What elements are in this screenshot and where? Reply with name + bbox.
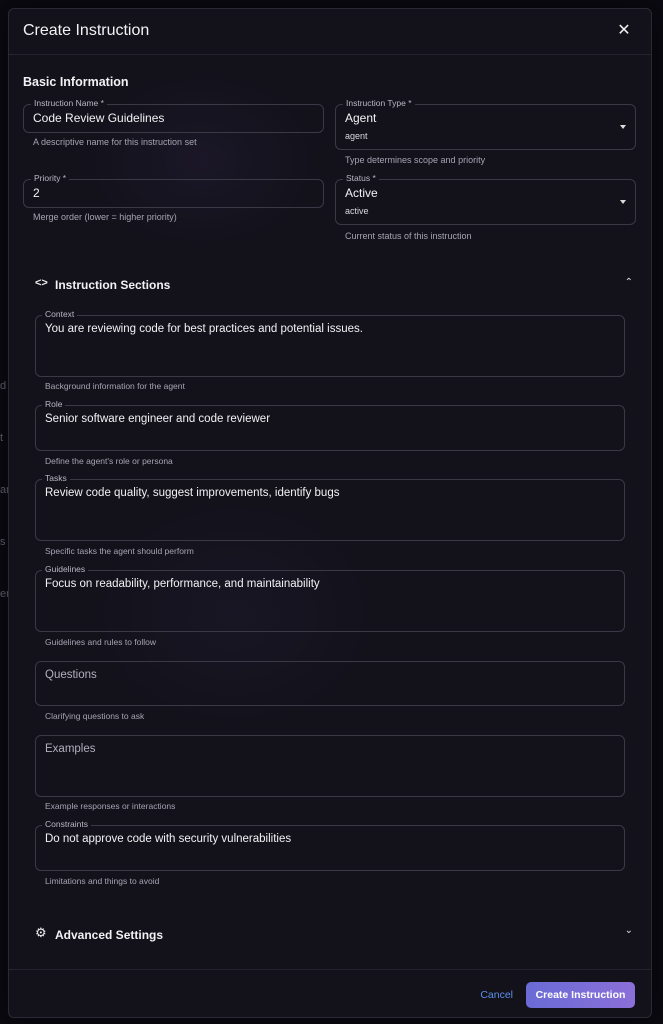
guidelines-label: Guidelines xyxy=(42,564,89,575)
instruction-sections-title: Instruction Sections xyxy=(55,278,171,292)
guidelines-value: Focus on readability, performance, and m… xyxy=(45,578,320,590)
status-help: Current status of this instruction xyxy=(345,231,472,241)
instruction-type-sub: agent xyxy=(345,131,368,141)
examples-textarea[interactable]: Examples xyxy=(35,735,625,797)
chevron-down-icon: ⌄ xyxy=(624,925,633,936)
examples-placeholder: Examples xyxy=(45,743,96,755)
instruction-name-label: Instruction Name * xyxy=(31,98,107,109)
cancel-button[interactable]: Cancel xyxy=(480,989,513,1001)
chevron-down-icon xyxy=(620,125,626,129)
context-value: You are reviewing code for best practice… xyxy=(45,323,363,335)
status-sub: active xyxy=(345,206,369,216)
dialog-title: Create Instruction xyxy=(23,22,150,39)
chevron-up-icon: ⌃ xyxy=(624,277,633,288)
instruction-name-field[interactable]: Instruction Name * Code Review Guideline… xyxy=(23,98,324,133)
close-icon[interactable]: ✕ xyxy=(617,22,631,40)
role-value: Senior software engineer and code review… xyxy=(45,413,271,425)
chevron-down-icon xyxy=(620,200,626,204)
dialog-header: Create Instruction ✕ xyxy=(9,9,651,55)
background-page-fragment: d xyxy=(0,380,7,392)
advanced-settings-title: Advanced Settings xyxy=(55,928,164,942)
tasks-textarea[interactable]: Tasks Review code quality, suggest impro… xyxy=(35,473,625,541)
priority-value: 2 xyxy=(33,186,40,200)
constraints-textarea[interactable]: Constraints Do not approve code with sec… xyxy=(35,819,625,871)
basic-information-heading: Basic Information xyxy=(23,75,129,89)
instruction-name-help: A descriptive name for this instruction … xyxy=(33,137,197,147)
constraints-value: Do not approve code with security vulner… xyxy=(45,833,292,845)
context-label: Context xyxy=(42,309,78,320)
guidelines-help: Guidelines and rules to follow xyxy=(45,637,157,647)
guidelines-textarea[interactable]: Guidelines Focus on readability, perform… xyxy=(35,564,625,632)
priority-label: Priority * xyxy=(31,173,70,184)
background-page-fragment: s xyxy=(0,536,6,548)
questions-help: Clarifying questions to ask xyxy=(45,711,145,721)
background-page-fragment: t xyxy=(0,432,4,444)
context-textarea[interactable]: Context You are reviewing code for best … xyxy=(35,309,625,377)
questions-placeholder: Questions xyxy=(45,669,97,681)
role-label: Role xyxy=(42,399,66,410)
instruction-type-label: Instruction Type * xyxy=(343,98,415,109)
tasks-value: Review code quality, suggest improvement… xyxy=(45,487,340,499)
context-help: Background information for the agent xyxy=(45,381,185,391)
role-textarea[interactable]: Role Senior software engineer and code r… xyxy=(35,399,625,451)
create-instruction-dialog: Create Instruction ✕ Basic Information I… xyxy=(8,8,652,1018)
code-icon: <> xyxy=(35,277,48,289)
priority-help: Merge order (lower = higher priority) xyxy=(33,212,177,222)
tasks-help: Specific tasks the agent should perform xyxy=(45,546,194,556)
constraints-help: Limitations and things to avoid xyxy=(45,876,160,886)
dialog-footer: Cancel Create Instruction xyxy=(9,969,651,1017)
examples-help: Example responses or interactions xyxy=(45,801,176,811)
instruction-type-help: Type determines scope and priority xyxy=(345,155,486,165)
instruction-type-select[interactable]: Instruction Type * Agent agent xyxy=(335,98,636,150)
constraints-label: Constraints xyxy=(42,819,91,830)
role-help: Define the agent's role or persona xyxy=(45,456,173,466)
priority-field[interactable]: Priority * 2 xyxy=(23,173,324,208)
instruction-sections-accordion[interactable]: <> Instruction Sections ⌃ xyxy=(23,273,637,297)
gear-icon: ⚙ xyxy=(35,925,47,940)
status-value: Active xyxy=(345,186,378,200)
questions-textarea[interactable]: Questions xyxy=(35,661,625,706)
tasks-label: Tasks xyxy=(42,473,70,484)
status-label: Status * xyxy=(343,173,379,184)
create-instruction-button[interactable]: Create Instruction xyxy=(526,982,635,1008)
status-select[interactable]: Status * Active active xyxy=(335,173,636,225)
instruction-type-value: Agent xyxy=(345,111,377,125)
instruction-name-value: Code Review Guidelines xyxy=(33,111,165,125)
advanced-settings-accordion[interactable]: ⚙ Advanced Settings ⌄ xyxy=(23,923,637,947)
